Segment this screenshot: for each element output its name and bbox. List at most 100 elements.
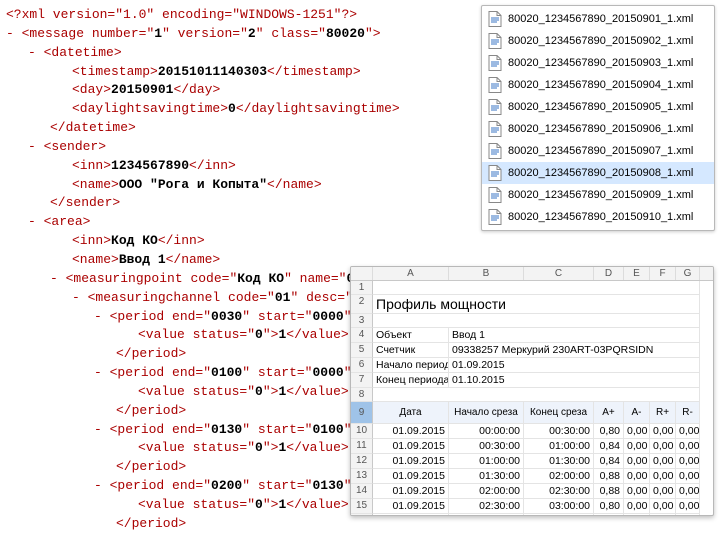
row-header[interactable]: 13 bbox=[351, 469, 373, 484]
info-label: Начало периода bbox=[373, 358, 449, 373]
col-header[interactable]: F bbox=[650, 267, 676, 280]
file-name: 80020_1234567890_20150908_1.xml bbox=[508, 167, 693, 179]
cell[interactable]: 0,00 bbox=[676, 454, 700, 469]
cell[interactable]: 0,00 bbox=[650, 454, 676, 469]
file-name: 80020_1234567890_20150903_1.xml bbox=[508, 57, 693, 69]
file-row[interactable]: 80020_1234567890_20150910_1.xml bbox=[482, 206, 714, 228]
row-header[interactable]: 16 bbox=[351, 514, 373, 516]
cell[interactable]: 01:00:00 bbox=[524, 439, 594, 454]
cell[interactable]: 0,88 bbox=[594, 484, 624, 499]
info-value: 09338257 Меркурий 230ART-03PQRSIDN bbox=[449, 343, 700, 358]
cell[interactable]: 00:30:00 bbox=[524, 424, 594, 439]
cell[interactable]: 02:30:00 bbox=[449, 499, 524, 514]
cell[interactable]: 0,88 bbox=[594, 469, 624, 484]
col-header[interactable] bbox=[351, 267, 373, 280]
row-header[interactable]: 5 bbox=[351, 343, 373, 358]
cell[interactable]: 0,84 bbox=[594, 454, 624, 469]
file-list: 80020_1234567890_20150901_1.xml80020_123… bbox=[481, 5, 715, 231]
file-row[interactable]: 80020_1234567890_20150905_1.xml bbox=[482, 96, 714, 118]
row-header[interactable]: 2 bbox=[351, 295, 373, 314]
cell[interactable]: 0,00 bbox=[650, 514, 676, 516]
row-header[interactable]: 9 bbox=[351, 402, 373, 424]
col-header[interactable]: A bbox=[373, 267, 449, 280]
cell[interactable]: 02:00:00 bbox=[449, 484, 524, 499]
cell[interactable]: 0,80 bbox=[594, 499, 624, 514]
cell[interactable]: 0,00 bbox=[624, 439, 650, 454]
cell[interactable]: 00:30:00 bbox=[449, 439, 524, 454]
cell[interactable]: 01.09.2015 bbox=[373, 484, 449, 499]
row-header[interactable]: 14 bbox=[351, 484, 373, 499]
cell[interactable]: 0,84 bbox=[594, 439, 624, 454]
cell[interactable]: 0,00 bbox=[624, 499, 650, 514]
cell[interactable]: 0,00 bbox=[650, 484, 676, 499]
cell[interactable]: 01:00:00 bbox=[449, 454, 524, 469]
cell[interactable]: 0,00 bbox=[676, 499, 700, 514]
row-header[interactable]: 15 bbox=[351, 499, 373, 514]
file-row[interactable]: 80020_1234567890_20150901_1.xml bbox=[482, 8, 714, 30]
cell[interactable]: 0,80 bbox=[594, 424, 624, 439]
cell[interactable]: 01.09.2015 bbox=[373, 499, 449, 514]
cell[interactable]: 0,80 bbox=[594, 514, 624, 516]
cell[interactable]: 01.09.2015 bbox=[373, 454, 449, 469]
file-row[interactable]: 80020_1234567890_20150906_1.xml bbox=[482, 118, 714, 140]
cell[interactable]: 0,00 bbox=[624, 514, 650, 516]
col-header[interactable]: B bbox=[449, 267, 524, 280]
row-header[interactable]: 7 bbox=[351, 373, 373, 388]
cell[interactable]: 0,00 bbox=[624, 424, 650, 439]
file-row[interactable]: 80020_1234567890_20150902_1.xml bbox=[482, 30, 714, 52]
info-value: Ввод 1 bbox=[449, 328, 700, 343]
cell[interactable]: 03:00:00 bbox=[524, 499, 594, 514]
col-header[interactable]: E bbox=[624, 267, 650, 280]
xml-file-icon bbox=[488, 33, 502, 49]
xml-file-icon bbox=[488, 99, 502, 115]
cell[interactable]: 0,00 bbox=[650, 499, 676, 514]
cell[interactable]: 0,00 bbox=[650, 439, 676, 454]
row-header[interactable]: 10 bbox=[351, 424, 373, 439]
cell[interactable]: 0,00 bbox=[650, 424, 676, 439]
cell[interactable]: 0,00 bbox=[650, 469, 676, 484]
cell[interactable]: 01:30:00 bbox=[524, 454, 594, 469]
xml-file-icon bbox=[488, 77, 502, 93]
cell[interactable]: 01.09.2015 bbox=[373, 439, 449, 454]
file-row[interactable]: 80020_1234567890_20150909_1.xml bbox=[482, 184, 714, 206]
cell[interactable]: 0,00 bbox=[676, 469, 700, 484]
cell[interactable]: 0,00 bbox=[676, 439, 700, 454]
cell[interactable]: 00:00:00 bbox=[449, 424, 524, 439]
file-name: 80020_1234567890_20150909_1.xml bbox=[508, 189, 693, 201]
file-row[interactable]: 80020_1234567890_20150908_1.xml bbox=[482, 162, 714, 184]
cell[interactable]: 0,00 bbox=[676, 424, 700, 439]
cell[interactable]: 01.09.2015 bbox=[373, 469, 449, 484]
cell[interactable]: 0,00 bbox=[624, 469, 650, 484]
row-header[interactable]: 8 bbox=[351, 388, 373, 402]
file-name: 80020_1234567890_20150905_1.xml bbox=[508, 101, 693, 113]
table-header-cell: Начало среза bbox=[449, 402, 524, 424]
xml-file-icon bbox=[488, 209, 502, 225]
file-row[interactable]: 80020_1234567890_20150903_1.xml bbox=[482, 52, 714, 74]
cell[interactable]: 01:30:00 bbox=[449, 469, 524, 484]
cell[interactable]: 0,00 bbox=[624, 484, 650, 499]
row-header[interactable]: 12 bbox=[351, 454, 373, 469]
file-name: 80020_1234567890_20150907_1.xml bbox=[508, 145, 693, 157]
col-header[interactable]: C bbox=[524, 267, 594, 280]
cell[interactable]: 02:30:00 bbox=[524, 484, 594, 499]
col-header[interactable]: D bbox=[594, 267, 624, 280]
col-header[interactable]: G bbox=[676, 267, 700, 280]
cell[interactable]: 0,00 bbox=[676, 484, 700, 499]
row-header[interactable]: 4 bbox=[351, 328, 373, 343]
row-header[interactable]: 3 bbox=[351, 314, 373, 328]
info-value: 01.10.2015 bbox=[449, 373, 700, 388]
cell[interactable]: 0,00 bbox=[676, 514, 700, 516]
cell[interactable]: 02:00:00 bbox=[524, 469, 594, 484]
cell[interactable]: 0,00 bbox=[624, 454, 650, 469]
cell[interactable]: 01.09.2015 bbox=[373, 424, 449, 439]
table-header-cell: A+ bbox=[594, 402, 624, 424]
spreadsheet: ABCDEFG 12Профиль мощности34ОбъектВвод 1… bbox=[350, 266, 714, 516]
row-header[interactable]: 1 bbox=[351, 281, 373, 295]
file-row[interactable]: 80020_1234567890_20150904_1.xml bbox=[482, 74, 714, 96]
cell[interactable]: 01.09.2015 bbox=[373, 514, 449, 516]
row-header[interactable]: 6 bbox=[351, 358, 373, 373]
cell[interactable]: 03:30:00 bbox=[524, 514, 594, 516]
file-row[interactable]: 80020_1234567890_20150907_1.xml bbox=[482, 140, 714, 162]
cell[interactable]: 03:00:00 bbox=[449, 514, 524, 516]
row-header[interactable]: 11 bbox=[351, 439, 373, 454]
